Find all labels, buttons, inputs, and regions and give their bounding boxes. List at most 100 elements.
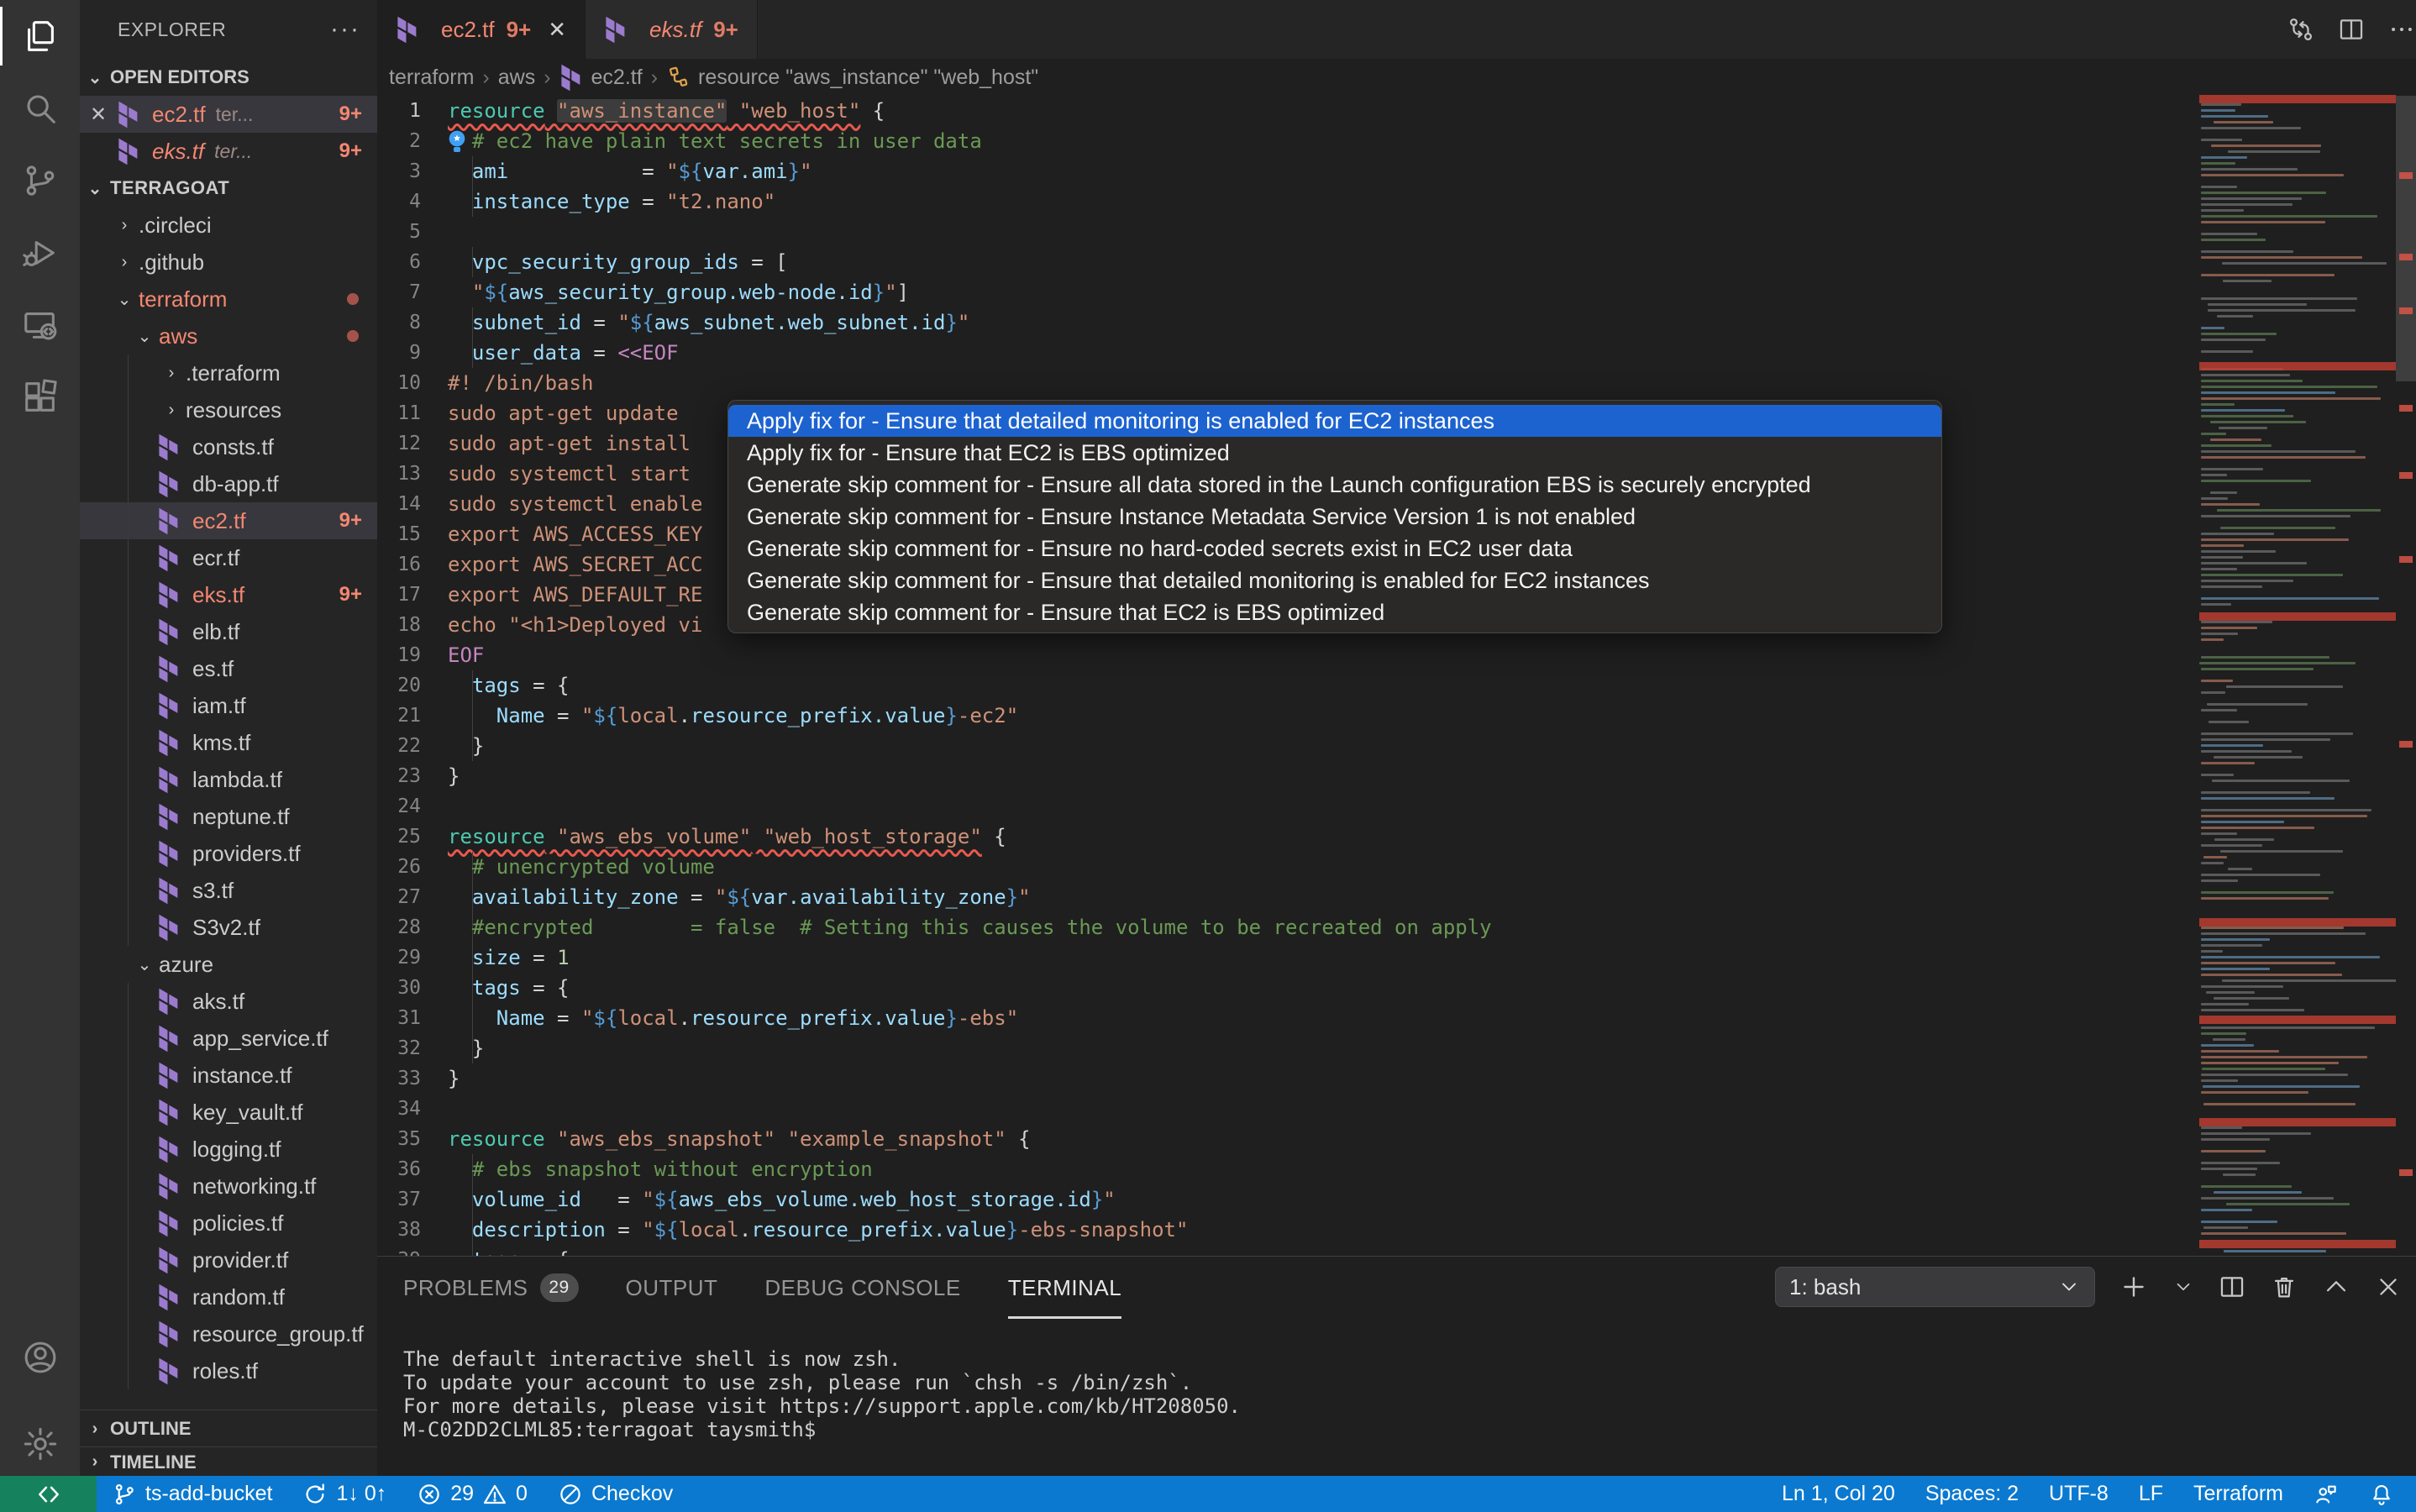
status-language-mode[interactable]: Terraform (2178, 1476, 2298, 1512)
code-line-22: 22 } (377, 731, 2199, 761)
timeline-section-header[interactable]: › TIMELINE (80, 1446, 377, 1476)
tree-item-terraform[interactable]: ⌄terraform (80, 281, 377, 318)
search-icon[interactable] (0, 72, 80, 144)
project-section-header[interactable]: ⌄TERRAGOAT (80, 170, 377, 207)
open-editor-ec2.tf[interactable]: ✕ec2.tfter...9+ (80, 96, 377, 133)
minimap-line (2226, 685, 2343, 688)
tree-item-networking.tf[interactable]: networking.tf (80, 1168, 377, 1205)
tree-item-eks.tf[interactable]: eks.tf9+ (80, 576, 377, 613)
terminal-shell-select[interactable]: 1: bash (1775, 1267, 2095, 1307)
panel-tab-output[interactable]: OUTPUT (626, 1257, 718, 1319)
kill-terminal-button[interactable] (2270, 1273, 2298, 1301)
tree-item-instance.tf[interactable]: instance.tf (80, 1057, 377, 1094)
extensions-icon[interactable] (0, 361, 80, 433)
status-checkov[interactable]: Checkov (543, 1476, 688, 1512)
code-editor[interactable]: 1resource "aws_instance" "web_host" {2 #… (377, 96, 2199, 1256)
tree-item-roles.tf[interactable]: roles.tf (80, 1352, 377, 1389)
tree-item-db-app.tf[interactable]: db-app.tf (80, 465, 377, 502)
tree-item-aws[interactable]: ⌄aws (80, 318, 377, 354)
indent-guide (128, 1352, 129, 1389)
tab-eks.tf[interactable]: eks.tf9+ (586, 0, 758, 59)
tree-item-ecr.tf[interactable]: ecr.tf (80, 539, 377, 576)
split-editor-icon[interactable] (2337, 15, 2366, 44)
tree-item-provider.tf[interactable]: provider.tf (80, 1242, 377, 1278)
minimap[interactable] (2199, 88, 2396, 1256)
panel-tab-debug-console[interactable]: DEBUG CONSOLE (764, 1257, 960, 1319)
status-problems[interactable]: 290 (402, 1476, 543, 1512)
minimap-line (2201, 580, 2293, 582)
status-encoding[interactable]: UTF-8 (2034, 1476, 2124, 1512)
status-indentation[interactable]: Spaces: 2 (1910, 1476, 2034, 1512)
status-git-branch[interactable]: ts-add-bucket (97, 1476, 287, 1512)
tree-item-consts.tf[interactable]: consts.tf (80, 428, 377, 465)
tree-item-logging.tf[interactable]: logging.tf (80, 1131, 377, 1168)
tree-item-app_service.tf[interactable]: app_service.tf (80, 1020, 377, 1057)
open-changes-icon[interactable] (2287, 15, 2315, 44)
tree-item-elb.tf[interactable]: elb.tf (80, 613, 377, 650)
tree-item-key_vault.tf[interactable]: key_vault.tf (80, 1094, 377, 1131)
menu-item-6[interactable]: Generate skip comment for - Ensure that … (728, 564, 1941, 596)
open-editors-header[interactable]: ⌄OPEN EDITORS (80, 59, 377, 96)
tree-item-resources[interactable]: ›resources (80, 391, 377, 428)
status-notifications[interactable] (2354, 1476, 2409, 1512)
tree-item-iam.tf[interactable]: iam.tf (80, 687, 377, 724)
tree-item-.github[interactable]: ›.github (80, 244, 377, 281)
lightbulb-autofix-icon[interactable] (444, 129, 470, 155)
status-sync[interactable]: 1↓ 0↑ (287, 1476, 402, 1512)
tree-item-.terraform[interactable]: ›.terraform (80, 354, 377, 391)
tree-item-.circleci[interactable]: ›.circleci (80, 207, 377, 244)
new-terminal-button[interactable] (2119, 1272, 2149, 1302)
tree-item-resource_group.tf[interactable]: resource_group.tf (80, 1315, 377, 1352)
status-remote-indicator[interactable] (0, 1476, 97, 1512)
tree-item-aks.tf[interactable]: aks.tf (80, 983, 377, 1020)
account-icon[interactable] (0, 1321, 80, 1394)
status-cursor-position[interactable]: Ln 1, Col 20 (1767, 1476, 1910, 1512)
tree-item-ec2.tf[interactable]: ec2.tf9+ (80, 502, 377, 539)
more-actions-icon[interactable] (2387, 15, 2416, 44)
source-control-icon[interactable] (0, 144, 80, 217)
status-eol[interactable]: LF (2124, 1476, 2178, 1512)
settings-icon[interactable] (0, 1408, 80, 1480)
open-editor-eks.tf[interactable]: eks.tfter...9+ (80, 133, 377, 170)
menu-item-1[interactable]: Apply fix for - Ensure that detailed mon… (728, 405, 1941, 437)
maximize-panel-button[interactable] (2322, 1273, 2350, 1301)
menu-item-2[interactable]: Apply fix for - Ensure that EC2 is EBS o… (728, 437, 1941, 469)
minimap-line (2201, 186, 2237, 188)
more-actions-icon[interactable]: ··· (330, 15, 360, 44)
tree-item-lambda.tf[interactable]: lambda.tf (80, 761, 377, 798)
close-panel-button[interactable] (2374, 1273, 2403, 1301)
outline-section-header[interactable]: › OUTLINE (80, 1410, 377, 1447)
explorer-icon[interactable] (0, 0, 80, 72)
overview-ruler[interactable] (2396, 59, 2416, 1256)
menu-item-4[interactable]: Generate skip comment for - Ensure Insta… (728, 501, 1941, 533)
breadcrumb-item[interactable]: ec2.tf (591, 66, 643, 90)
panel-tab-terminal[interactable]: TERMINAL (1008, 1257, 1121, 1319)
split-terminal-button[interactable] (2218, 1273, 2246, 1301)
tree-item-azure[interactable]: ⌄azure (80, 946, 377, 983)
breadcrumb-item[interactable]: aws (498, 66, 535, 90)
tree-item-providers.tf[interactable]: providers.tf (80, 835, 377, 872)
remote-explorer-icon[interactable] (0, 289, 80, 361)
tree-item-kms.tf[interactable]: kms.tf (80, 724, 377, 761)
terminal-output[interactable]: The default interactive shell is now zsh… (403, 1347, 1241, 1441)
close-icon[interactable]: ✕ (80, 102, 117, 127)
breadcrumb-item[interactable]: terraform (389, 66, 474, 90)
status-feedback[interactable] (2298, 1476, 2354, 1512)
run-debug-icon[interactable] (0, 217, 80, 289)
tree-item-policies.tf[interactable]: policies.tf (80, 1205, 377, 1242)
tree-item-neptune.tf[interactable]: neptune.tf (80, 798, 377, 835)
menu-item-7[interactable]: Generate skip comment for - Ensure that … (728, 596, 1941, 628)
minimap-line (2228, 150, 2321, 153)
menu-item-5[interactable]: Generate skip comment for - Ensure no ha… (728, 533, 1941, 564)
tree-item-S3v2.tf[interactable]: S3v2.tf (80, 909, 377, 946)
tree-item-s3.tf[interactable]: s3.tf (80, 872, 377, 909)
menu-item-3[interactable]: Generate skip comment for - Ensure all d… (728, 469, 1941, 501)
close-icon[interactable]: ✕ (548, 17, 566, 43)
tree-item-random.tf[interactable]: random.tf (80, 1278, 377, 1315)
tab-ec2.tf[interactable]: ec2.tf9+✕ (377, 0, 586, 59)
panel-tab-problems[interactable]: PROBLEMS29 (403, 1257, 579, 1319)
scrollbar-thumb[interactable] (2396, 96, 2416, 381)
breadcrumb-symbol[interactable]: resource "aws_instance" "web_host" (666, 65, 1038, 90)
tree-item-es.tf[interactable]: es.tf (80, 650, 377, 687)
terminal-dropdown-icon[interactable] (2172, 1276, 2194, 1298)
